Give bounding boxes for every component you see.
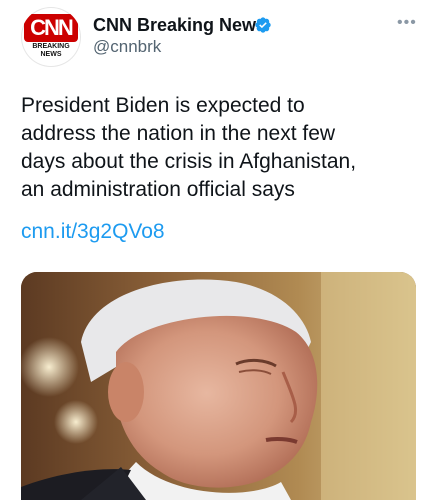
tweet-card: CNN BREAKING NEWS CNN Breaking News @cnn… <box>0 0 435 500</box>
avatar-subtext: BREAKING NEWS <box>32 43 70 58</box>
user-handle[interactable]: @cnnbrk <box>93 37 161 57</box>
avatar[interactable]: CNN BREAKING NEWS <box>21 7 81 67</box>
tweet-link[interactable]: cnn.it/3g2QVo8 <box>21 218 165 246</box>
tweet-text: President Biden is expected to address t… <box>21 94 357 201</box>
photo-illustration <box>21 272 416 500</box>
display-name[interactable]: CNN Breaking News <box>93 14 266 36</box>
verified-badge-icon <box>255 17 271 33</box>
tweet-image[interactable] <box>21 272 416 500</box>
more-options-icon[interactable]: ••• <box>397 14 417 32</box>
cnn-logo-icon: CNN <box>24 14 78 42</box>
